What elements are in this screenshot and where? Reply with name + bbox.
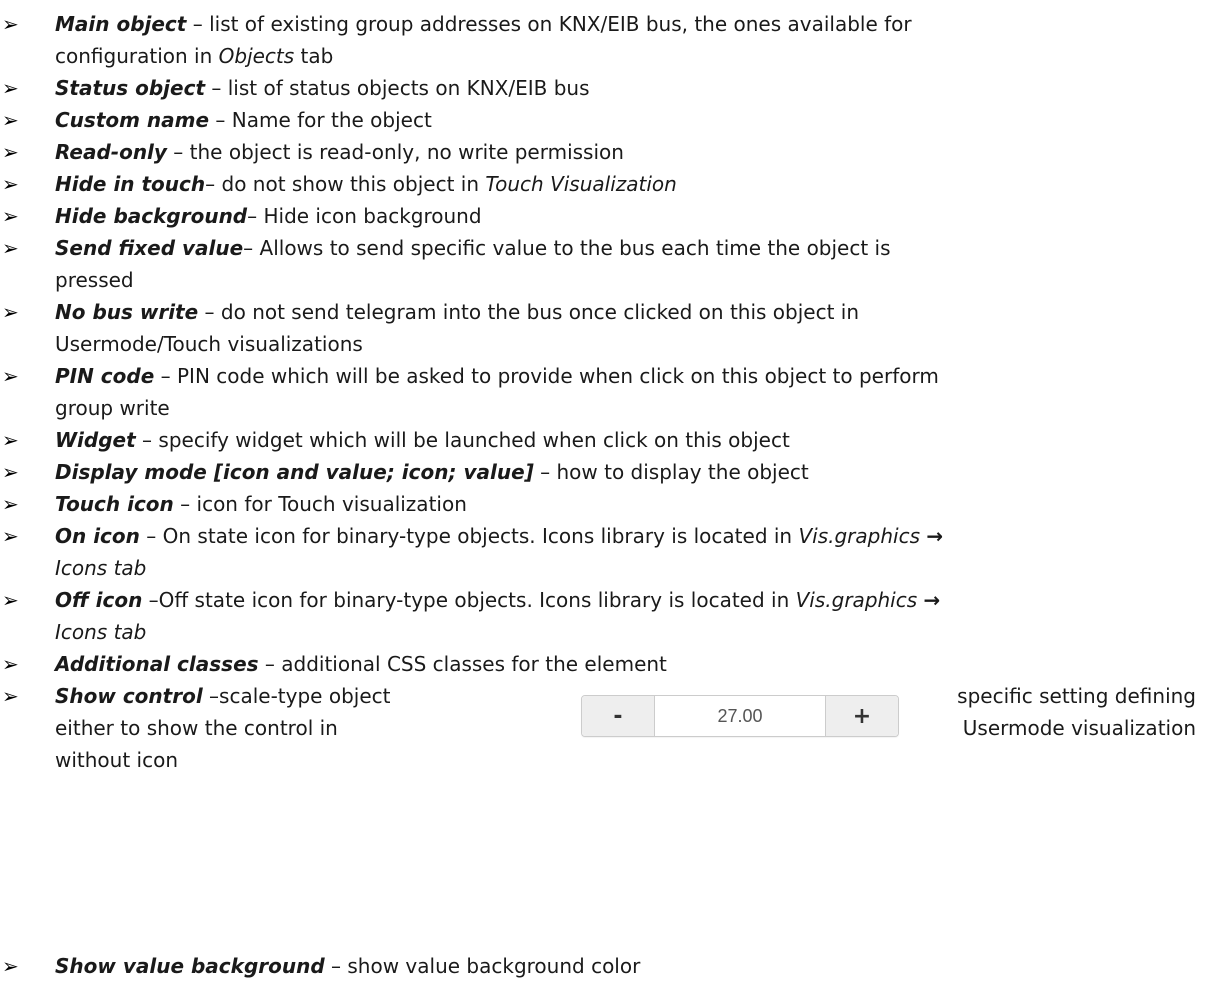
list-item-show-value-background: ➢ Show value background – show value bac…: [0, 950, 1210, 982]
description-cont: tab: [294, 44, 334, 68]
description-cont: Usermode/Touch visualizations: [55, 332, 363, 356]
arrow-bullet-icon: ➢: [2, 954, 19, 978]
description: – how to display the object: [533, 460, 809, 484]
description-cont: configuration in: [55, 44, 219, 68]
description-cont: without icon: [55, 748, 179, 772]
term: Off icon: [55, 588, 143, 612]
list-item-status-object: ➢ Status object – list of status objects…: [0, 72, 1210, 104]
list-item-show-control-line3: without icon: [0, 744, 1210, 776]
term: Additional classes: [55, 652, 259, 676]
arrow-bullet-icon: ➢: [2, 492, 19, 516]
list-item-pin-code: ➢ PIN code – PIN code which will be aske…: [0, 360, 1210, 424]
description-italic: Icons tab: [55, 556, 147, 580]
list-item-no-bus-write: ➢ No bus write – do not send telegram in…: [0, 296, 1210, 360]
term: Display mode [icon and value; icon; valu…: [55, 460, 534, 484]
right-arrow-icon: →: [926, 524, 944, 548]
description: – On state icon for binary-type objects.…: [139, 524, 799, 548]
arrow-bullet-icon: ➢: [2, 140, 19, 164]
term: Hide background: [55, 204, 248, 228]
description: – icon for Touch visualization: [173, 492, 467, 516]
description-right: specific setting defining: [957, 684, 1196, 708]
arrow-bullet-icon: ➢: [2, 652, 19, 676]
list-item-hide-background: ➢ Hide background– Hide icon background: [0, 200, 1210, 232]
arrow-bullet-icon: ➢: [2, 204, 19, 228]
arrow-bullet-icon: ➢: [2, 524, 19, 548]
description: – specify widget which will be launched …: [135, 428, 790, 452]
arrow-bullet-icon: ➢: [2, 300, 19, 324]
arrow-bullet-icon: ➢: [2, 108, 19, 132]
description-italic: Objects: [218, 44, 295, 68]
term: Hide in touch: [55, 172, 206, 196]
description-right: Usermode visualization: [962, 716, 1196, 740]
term: Read-only: [55, 140, 167, 164]
description: – list of status objects on KNX/EIB bus: [205, 76, 590, 100]
description: – show value background color: [324, 954, 641, 978]
list-item-main-object: ➢ Main object – list of existing group a…: [0, 8, 1210, 72]
increment-button[interactable]: +: [825, 696, 898, 736]
term: Show value background: [55, 954, 325, 978]
document-page: ➢ Main object – list of existing group a…: [0, 0, 1224, 978]
list-item-touch-icon: ➢ Touch icon – icon for Touch visualizat…: [0, 488, 1210, 520]
list-item-display-mode: ➢ Display mode [icon and value; icon; va…: [0, 456, 1210, 488]
term: Widget: [55, 428, 136, 452]
list-item-custom-name: ➢ Custom name – Name for the object: [0, 104, 1210, 136]
term: PIN code: [55, 364, 155, 388]
description-italic: Touch Visualization: [485, 172, 677, 196]
term: No bus write: [55, 300, 199, 324]
term: Send fixed value: [55, 236, 244, 260]
description-italic: Vis.graphics: [795, 588, 918, 612]
stepper-value[interactable]: 27.00: [655, 696, 825, 736]
right-arrow-icon: →: [923, 588, 941, 612]
term: Status object: [55, 76, 206, 100]
description: – the object is read-only, no write perm…: [166, 140, 624, 164]
arrow-bullet-icon: ➢: [2, 428, 19, 452]
term: On icon: [55, 524, 140, 548]
list-item-widget: ➢ Widget – specify widget which will be …: [0, 424, 1210, 456]
list-item-additional-classes: ➢ Additional classes – additional CSS cl…: [0, 648, 1210, 680]
term: Show control: [55, 684, 203, 708]
term: Custom name: [55, 108, 210, 132]
scale-stepper-control: - 27.00 +: [581, 695, 899, 737]
term: Main object: [55, 12, 187, 36]
description: – additional CSS classes for the element: [258, 652, 667, 676]
list-item-off-icon: ➢ Off icon –Off state icon for binary-ty…: [0, 584, 1210, 648]
arrow-bullet-icon: ➢: [2, 12, 19, 36]
description-cont: group write: [55, 396, 170, 420]
description-italic: Icons tab: [55, 620, 147, 644]
list-item-send-fixed-value: ➢ Send fixed value– Allows to send speci…: [0, 232, 1210, 296]
term: Touch icon: [55, 492, 174, 516]
description: – PIN code which will be asked to provid…: [154, 364, 939, 388]
description: – Allows to send specific value to the b…: [243, 236, 891, 260]
description-cont: pressed: [55, 268, 134, 292]
description: – list of existing group addresses on KN…: [186, 12, 912, 36]
arrow-bullet-icon: ➢: [2, 76, 19, 100]
description-italic: Vis.graphics: [798, 524, 921, 548]
arrow-bullet-icon: ➢: [2, 684, 19, 708]
list-item-hide-in-touch: ➢ Hide in touch– do not show this object…: [0, 168, 1210, 200]
list-item-on-icon: ➢ On icon – On state icon for binary-typ…: [0, 520, 1210, 584]
description: – Hide icon background: [247, 204, 482, 228]
list-item-read-only: ➢ Read-only – the object is read-only, n…: [0, 136, 1210, 168]
decrement-button[interactable]: -: [582, 696, 655, 736]
arrow-bullet-icon: ➢: [2, 588, 19, 612]
description: –Off state icon for binary-type objects.…: [142, 588, 796, 612]
arrow-bullet-icon: ➢: [2, 236, 19, 260]
description: – do not send telegram into the bus once…: [198, 300, 860, 324]
description: – Name for the object: [209, 108, 432, 132]
description: –scale-type object: [202, 684, 391, 708]
arrow-bullet-icon: ➢: [2, 460, 19, 484]
arrow-bullet-icon: ➢: [2, 172, 19, 196]
arrow-bullet-icon: ➢: [2, 364, 19, 388]
description: – do not show this object in: [205, 172, 486, 196]
